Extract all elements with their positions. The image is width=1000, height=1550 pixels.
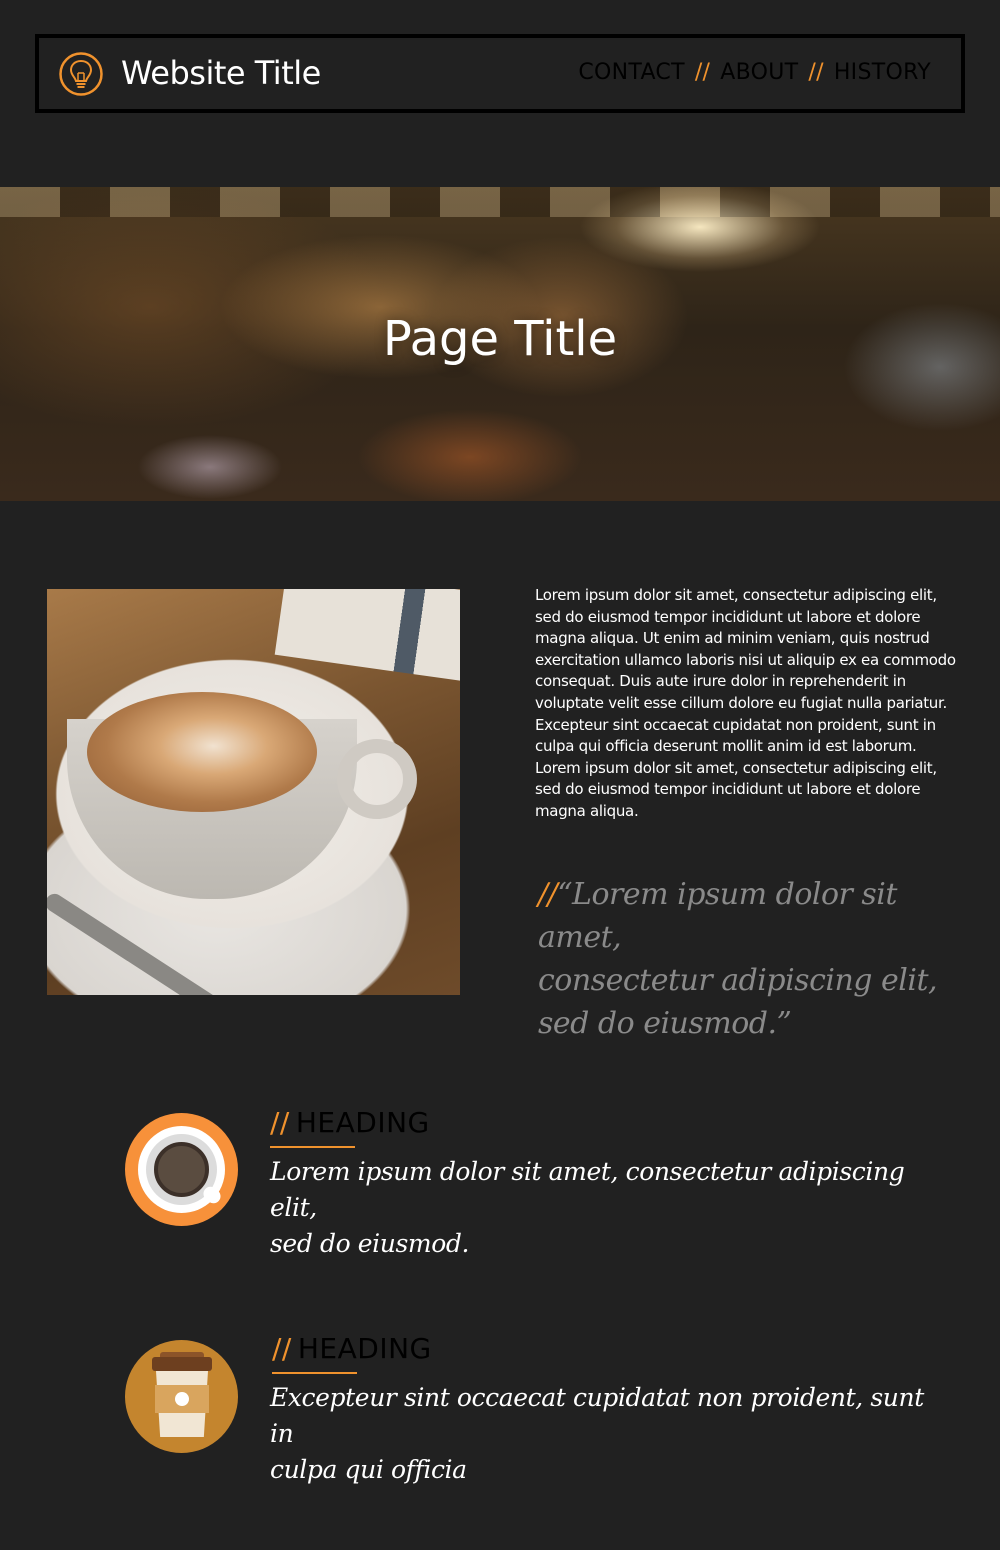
feature-text: Excepteur sint occaecat cupidatat non pr… — [270, 1380, 930, 1488]
towel-shape — [274, 589, 460, 683]
to-go-cup-icon — [125, 1340, 238, 1453]
quote-line-3: sed do eiusmod.” — [538, 1006, 792, 1041]
lightbulb-icon[interactable] — [59, 52, 103, 96]
page-title: Page Title — [382, 311, 618, 367]
coffee-cup-icon — [125, 1113, 238, 1226]
cup-handle-shape — [337, 739, 417, 819]
heading-text: HEADING — [295, 1106, 430, 1139]
site-header: Website Title CONTACT // ABOUT // HISTORY — [35, 34, 965, 113]
heading-underline — [272, 1372, 357, 1374]
nav-item-history[interactable]: HISTORY — [834, 60, 931, 85]
quote-mark: // — [538, 877, 558, 912]
heading-text: HEADING — [297, 1332, 432, 1365]
feature-text-line-2: sed do eiusmod. — [270, 1229, 470, 1258]
heading-mark: // — [272, 1332, 292, 1365]
site-title[interactable]: Website Title — [121, 54, 321, 92]
feature-text-line-1: Lorem ipsum dolor sit amet, consectetur … — [270, 1157, 905, 1222]
nav-item-about[interactable]: ABOUT — [720, 60, 798, 85]
heading-underline — [270, 1146, 355, 1148]
coffee-photo — [47, 589, 460, 995]
pull-quote: //“Lorem ipsum dolor sit amet, consectet… — [538, 873, 978, 1045]
heading-mark: // — [270, 1106, 290, 1139]
nav-separator: // — [694, 60, 711, 85]
latte-art-shape — [87, 692, 317, 812]
nav-item-contact[interactable]: CONTACT — [578, 60, 684, 85]
main-nav: CONTACT // ABOUT // HISTORY — [578, 60, 931, 85]
feature-text: Lorem ipsum dolor sit amet, consectetur … — [270, 1154, 930, 1262]
feature-heading: //HEADING — [272, 1332, 432, 1365]
hero-banner: Page Title — [0, 187, 1000, 501]
quote-line-2: consectetur adipiscing elit, — [538, 963, 938, 998]
nav-separator: // — [808, 60, 824, 85]
quote-line-1: “Lorem ipsum dolor sit amet, — [538, 877, 897, 955]
spoon-shape — [47, 890, 229, 995]
feature-text-line-1: Excepteur sint occaecat cupidatat non pr… — [270, 1383, 924, 1448]
feature-heading: //HEADING — [270, 1106, 430, 1139]
feature-text-line-2: culpa qui officia — [270, 1455, 467, 1484]
body-paragraph: Lorem ipsum dolor sit amet, consectetur … — [535, 586, 956, 820]
